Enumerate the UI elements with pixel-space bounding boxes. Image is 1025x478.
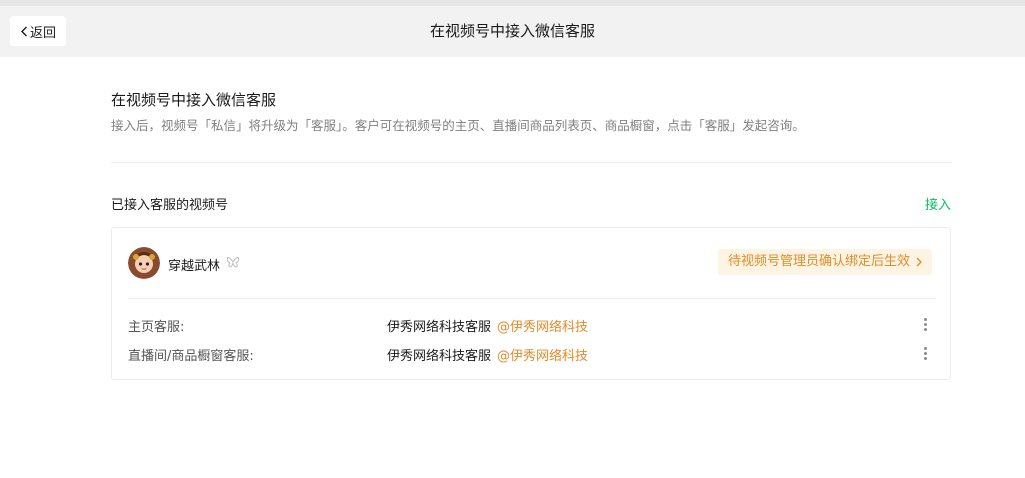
connected-accounts-title: 已接入客服的视频号	[111, 198, 229, 213]
page-header: 在视频号中接入微信客服 返回	[0, 6, 1025, 57]
chevron-left-icon	[20, 26, 27, 36]
card-divider	[128, 298, 936, 299]
service-name-text: 伊秀网络科技客服	[387, 320, 492, 335]
pending-status-text: 待视频号管理员确认绑定后生效	[727, 254, 910, 269]
service-row-homepage: 主页客服: 伊秀网络科技客服 @伊秀网络科技	[128, 316, 936, 336]
account-card: 穿越武林 待视频号管理员确认绑定后生效 主页客服: 伊秀网络科技客服 @伊秀网络科…	[111, 227, 951, 380]
account-name: 穿越武林	[168, 259, 221, 274]
more-options-icon[interactable]	[924, 347, 928, 363]
page-title: 在视频号中接入微信客服	[429, 22, 595, 40]
service-row-live-shop: 直播间/商品橱窗客服: 伊秀网络科技客服 @伊秀网络科技	[128, 345, 936, 365]
service-name: 伊秀网络科技客服 @伊秀网络科技	[387, 316, 588, 335]
service-name-text: 伊秀网络科技客服	[387, 349, 492, 364]
intro-title: 在视频号中接入微信客服	[111, 91, 277, 109]
connect-link[interactable]: 接入	[925, 194, 951, 213]
avatar	[128, 247, 160, 279]
chevron-right-icon	[916, 257, 922, 267]
service-handle: @伊秀网络科技	[497, 320, 589, 335]
back-button-label: 返回	[29, 25, 56, 41]
service-handle: @伊秀网络科技	[497, 349, 589, 364]
more-options-icon[interactable]	[924, 318, 928, 334]
section-divider	[111, 162, 951, 163]
row-label: 直播间/商品橱窗客服:	[128, 349, 254, 364]
intro-description: 接入后，视频号「私信」将升级为「客服」。客户可在视频号的主页、直播间商品列表页、…	[111, 118, 805, 133]
service-name: 伊秀网络科技客服 @伊秀网络科技	[387, 345, 588, 364]
row-label: 主页客服:	[128, 320, 185, 335]
back-button[interactable]: 返回	[10, 16, 66, 46]
pending-status-button[interactable]: 待视频号管理员确认绑定后生效	[717, 249, 932, 275]
butterfly-icon	[226, 257, 240, 268]
